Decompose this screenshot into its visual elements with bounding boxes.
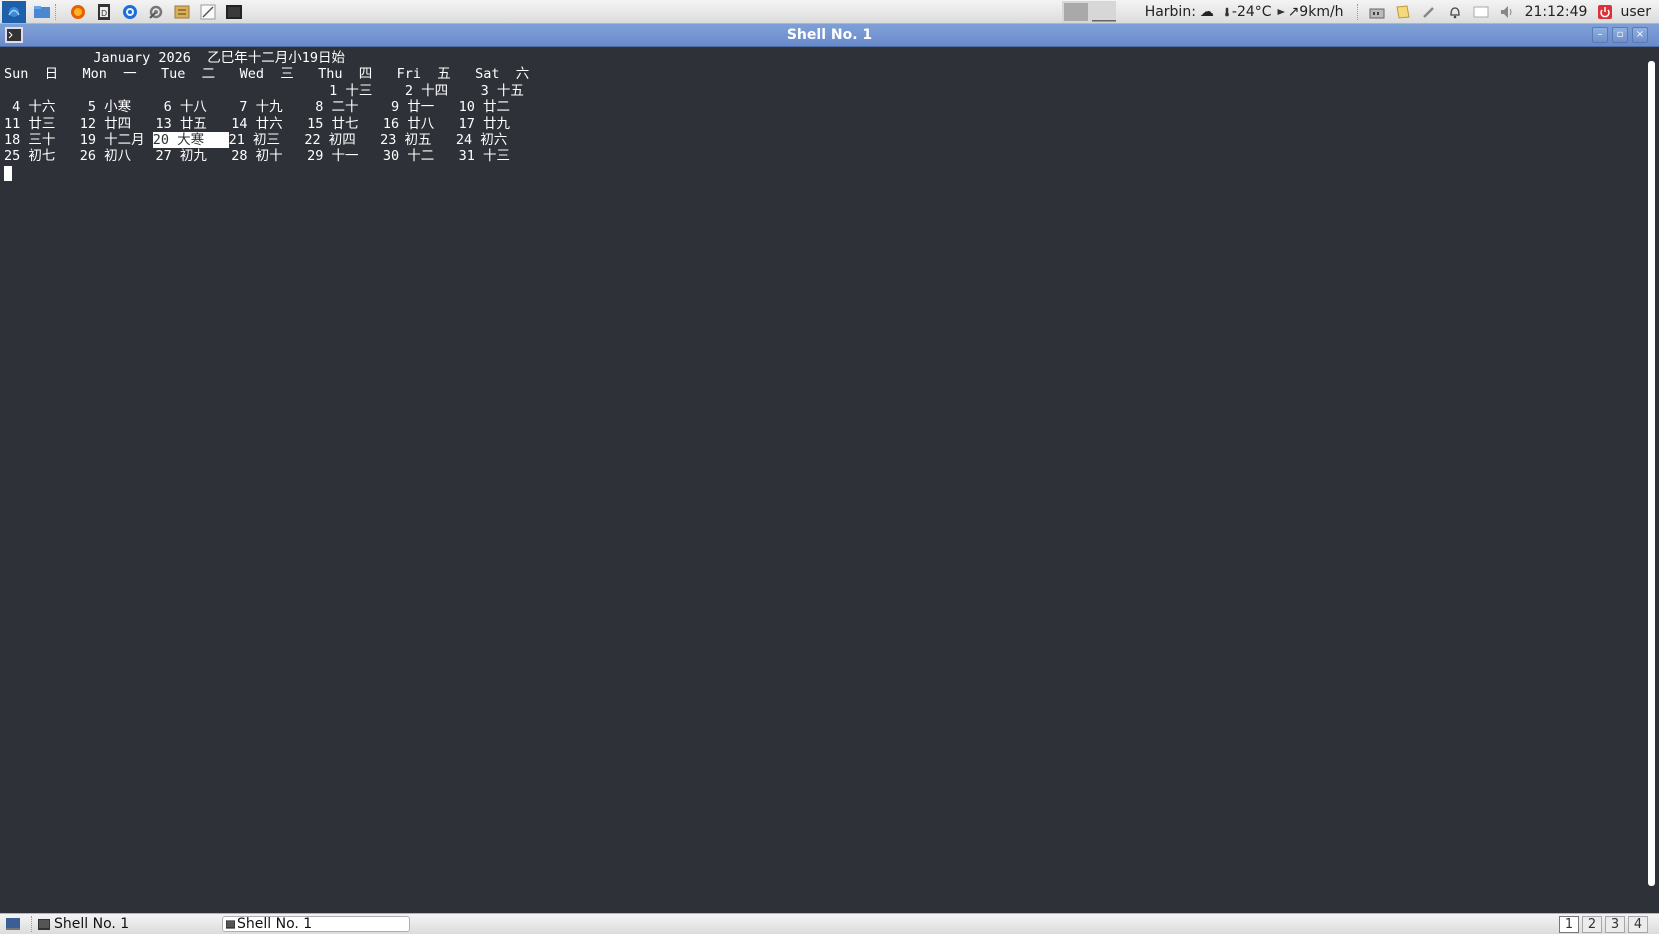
settings-icon[interactable]: [146, 3, 166, 21]
task-label: Shell No. 1: [54, 916, 130, 932]
calendar-row-today-after: 21 初三 22 初四 23 初五 24 初六: [228, 132, 508, 149]
calendar-row: 1 十三 2 十四 3 十五: [4, 82, 524, 99]
task-shell-1[interactable]: Shell No. 1: [38, 916, 129, 932]
clock[interactable]: 21:12:49: [1525, 4, 1588, 20]
taskbar-separator: [31, 916, 35, 932]
cpu-monitor[interactable]: [1061, 1, 1116, 23]
text-editor-icon[interactable]: [198, 3, 218, 21]
show-desktop-button[interactable]: [6, 916, 24, 932]
weather-widget[interactable]: Harbin: ☁ -24°C ↗9km/h: [1145, 4, 1344, 20]
terminal-task-icon: [226, 919, 235, 929]
system-tray: Harbin: ☁ -24°C ↗9km/h 21:12:49 user: [1057, 0, 1659, 24]
archive-icon[interactable]: [172, 3, 192, 21]
volume-icon[interactable]: [1499, 4, 1515, 20]
window-title: Shell No. 1: [786, 27, 873, 43]
calendar-today-highlight: 20 大寒: [152, 132, 229, 149]
workspace-3[interactable]: 3: [1605, 916, 1625, 933]
workspace-4[interactable]: 4: [1628, 916, 1648, 933]
window-title-bar[interactable]: Shell No. 1 – ▫ ×: [0, 24, 1659, 47]
weather-wind: ↗9km/h: [1287, 4, 1344, 20]
firefox-icon[interactable]: [68, 3, 88, 21]
browser-icon[interactable]: [120, 3, 140, 21]
calendar-row: 25 初七 26 初八 27 初九 28 初十 29 十一 30 十二 31 十…: [4, 148, 510, 165]
launcher-separator: [55, 3, 59, 20]
pen-icon[interactable]: [1421, 4, 1437, 20]
user-name[interactable]: user: [1620, 4, 1651, 20]
calendar-row: 11 廿三 12 廿四 13 廿五 14 廿六 15 廿七 16 廿八 17 廿…: [4, 115, 510, 132]
calendar-row-today-before: 18 三十 19 十二月: [4, 132, 153, 149]
workspace-1[interactable]: 1: [1559, 916, 1579, 933]
tray-separator: [1356, 4, 1361, 20]
maximize-button[interactable]: ▫: [1612, 27, 1628, 43]
wind-icon: [1277, 9, 1285, 15]
calendar-header: January 2026 乙巳年十二月小19日始: [4, 50, 345, 66]
cloud-icon: ☁: [1199, 4, 1214, 20]
weather-city: Harbin:: [1144, 4, 1196, 20]
terminal-cursor: [4, 165, 12, 181]
svg-text:D: D: [101, 9, 107, 18]
app-menu-icon[interactable]: [2, 0, 26, 23]
terminal-area[interactable]: January 2026 乙巳年十二月小19日始 Sun 日 Mon 一 Tue…: [0, 47, 1659, 913]
top-panel: D Harbin: ☁ -24°C ↗9km/h 21:12:49 user: [0, 0, 1659, 24]
task-shell-1-active[interactable]: Shell No. 1: [222, 916, 410, 932]
weather-temperature: -24°C: [1231, 4, 1272, 20]
close-button[interactable]: ×: [1632, 27, 1648, 43]
file-manager-icon[interactable]: [32, 3, 52, 21]
calendar-row: 4 十六 5 小寒 6 十八 7 十九 8 二十 9 廿一 10 廿二: [4, 99, 510, 116]
task-label: Shell No. 1: [237, 916, 313, 932]
power-icon[interactable]: [1597, 4, 1613, 20]
thermometer-icon: [1225, 7, 1229, 17]
notification-bell-icon[interactable]: [1447, 4, 1463, 20]
terminal-scrollbar[interactable]: [1648, 61, 1655, 886]
calendar-output: January 2026 乙巳年十二月小19日始 Sun 日 Mon 一 Tue…: [4, 50, 529, 181]
terminal-icon[interactable]: [224, 3, 244, 21]
bottom-taskbar: Shell No. 1 Shell No. 1 1 2 3 4: [0, 913, 1659, 934]
terminal-task-icon: [38, 918, 50, 930]
display-icon[interactable]: [1473, 4, 1489, 20]
calendar-weekdays: Sun 日 Mon 一 Tue 二 Wed 三 Thu 四 Fri 五 Sat …: [4, 66, 530, 83]
workspace-2[interactable]: 2: [1582, 916, 1602, 933]
document-icon[interactable]: D: [94, 3, 114, 21]
network-icon[interactable]: [1369, 4, 1385, 20]
minimize-button[interactable]: –: [1592, 27, 1608, 43]
clipboard-icon[interactable]: [1395, 4, 1411, 20]
